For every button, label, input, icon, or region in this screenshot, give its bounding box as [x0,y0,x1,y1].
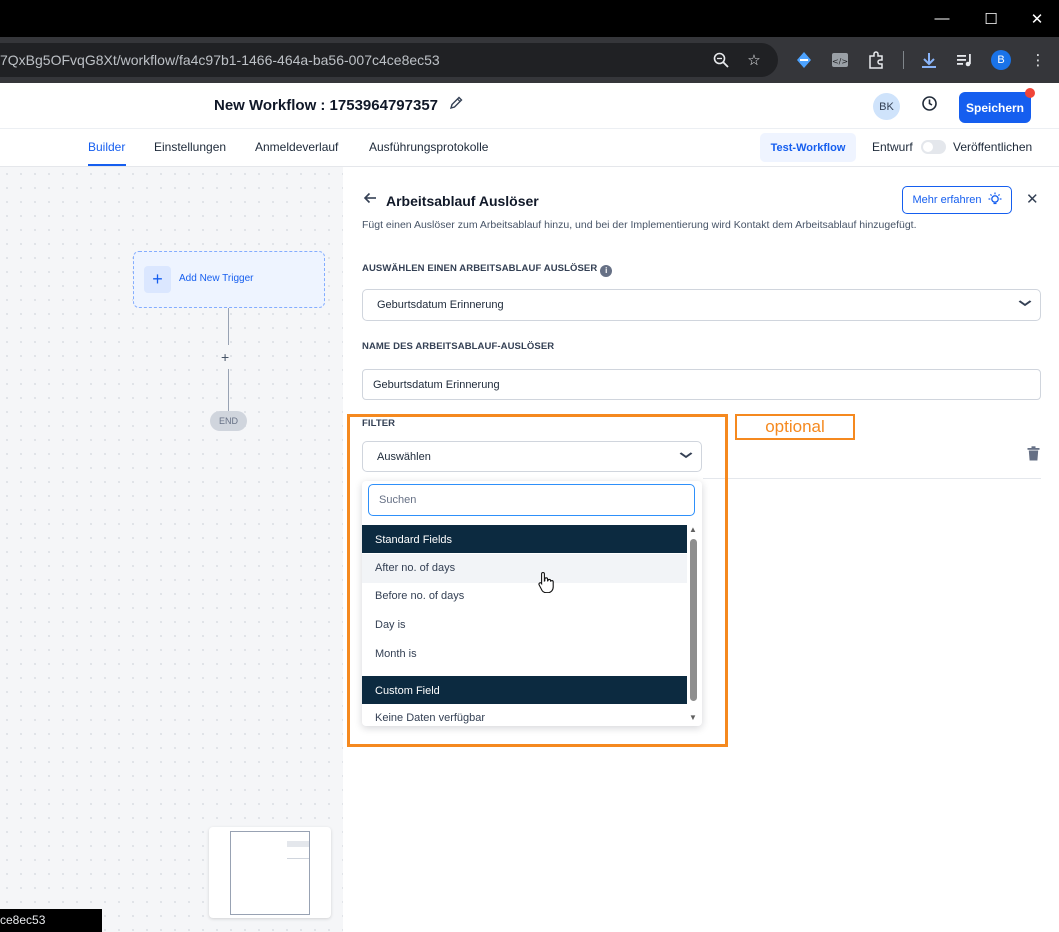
panel-description: Fügt einen Auslöser zum Arbeitsablauf hi… [362,219,917,231]
delete-filter-icon[interactable] [1027,446,1040,465]
url-text[interactable]: 7QxBg5OFvqG8Xt/workflow/fa4c97b1-1466-46… [0,52,440,68]
zoom-icon[interactable] [710,49,732,71]
trigger-select-value: Geburtsdatum Erinnerung [377,299,504,311]
browser-menu-icon[interactable]: ⋮ [1027,49,1049,71]
address-bar[interactable]: 7QxBg5OFvqG8Xt/workflow/fa4c97b1-1466-46… [0,43,778,77]
workflow-canvas[interactable]: + Add New Trigger + END ce8ec53 [0,167,343,932]
maximize-icon[interactable]: ☐ [968,0,1014,37]
minimize-icon[interactable]: — [919,0,965,37]
plus-icon: + [144,266,171,293]
learn-more-label: Mehr erfahren [912,194,982,206]
app-header: New Workflow : 1753964797357 BK Speicher… [0,83,1059,129]
window-title-bar: — ☐ ✕ [0,0,1059,37]
minimap[interactable] [209,827,331,918]
minimap-bar [287,841,309,847]
annotation-optional-label: optional [735,414,855,440]
connector-line [228,369,229,411]
bookmark-star-icon[interactable]: ☆ [743,49,765,71]
test-workflow-button[interactable]: Test-Workflow [760,133,856,162]
close-panel-icon[interactable]: ✕ [1026,190,1039,208]
trigger-select[interactable]: Geburtsdatum Erinnerung [362,289,1041,321]
connector-line [228,308,229,345]
media-control-icon[interactable] [954,49,976,71]
browser-toolbar: 7QxBg5OFvqG8Xt/workflow/fa4c97b1-1466-46… [0,37,1059,83]
download-icon[interactable] [918,49,940,71]
workflow-title: New Workflow : 1753964797357 [214,97,439,114]
trigger-name-value[interactable]: Geburtsdatum Erinnerung [373,379,500,391]
history-icon[interactable] [921,95,938,117]
extension-code-icon[interactable]: </> [829,49,851,71]
active-tab-indicator [88,164,126,166]
back-arrow-icon[interactable] [363,191,377,208]
tab-anmeldeverlauf[interactable]: Anmeldeverlauf [255,140,338,154]
toolbar-divider [903,51,904,69]
trigger-select-label: AUSWÄHLEN EINEN ARBEITSABLAUF AUSLÖSER i [362,263,613,277]
status-bar-url: ce8ec53 [0,909,102,932]
user-avatar[interactable]: BK [873,93,900,120]
add-trigger-label: Add New Trigger [179,273,254,284]
tab-ausfuehrungsprotokolle[interactable]: Ausführungsprotokolle [369,140,488,154]
tab-bar: Builder Einstellungen Anmeldeverlauf Aus… [0,129,1059,167]
trigger-name-input[interactable]: Geburtsdatum Erinnerung [362,369,1041,400]
learn-more-button[interactable]: Mehr erfahren [902,186,1012,214]
minimap-viewport[interactable] [230,831,310,915]
minimap-line [287,858,309,859]
annotation-highlight-box [347,414,728,747]
trigger-name-label: NAME DES ARBEITSABLAUF-AUSLÖSER [362,341,555,352]
svg-text:</>: </> [832,57,848,66]
publish-label: Veröffentlichen [953,140,1033,154]
info-icon[interactable]: i [600,264,613,277]
draft-label: Entwurf [872,140,913,154]
panel-title: Arbeitsablauf Auslöser [386,193,539,209]
save-button[interactable]: Speichern [959,92,1031,123]
extension-blue-icon[interactable] [793,49,815,71]
close-window-icon[interactable]: ✕ [1014,0,1059,37]
add-trigger-node[interactable]: + Add New Trigger [133,251,325,308]
end-node: END [210,411,247,431]
profile-avatar[interactable]: B [990,49,1012,71]
add-action-button[interactable]: + [221,349,229,365]
tab-einstellungen[interactable]: Einstellungen [154,140,226,154]
tab-builder[interactable]: Builder [88,140,125,154]
extensions-puzzle-icon[interactable] [865,49,887,71]
lightbulb-icon [988,192,1002,209]
edit-title-icon[interactable] [449,96,463,114]
divider [703,478,1041,479]
unsaved-indicator-dot [1025,88,1035,98]
publish-toggle[interactable] [921,140,946,154]
chevron-down-icon [1018,298,1032,310]
